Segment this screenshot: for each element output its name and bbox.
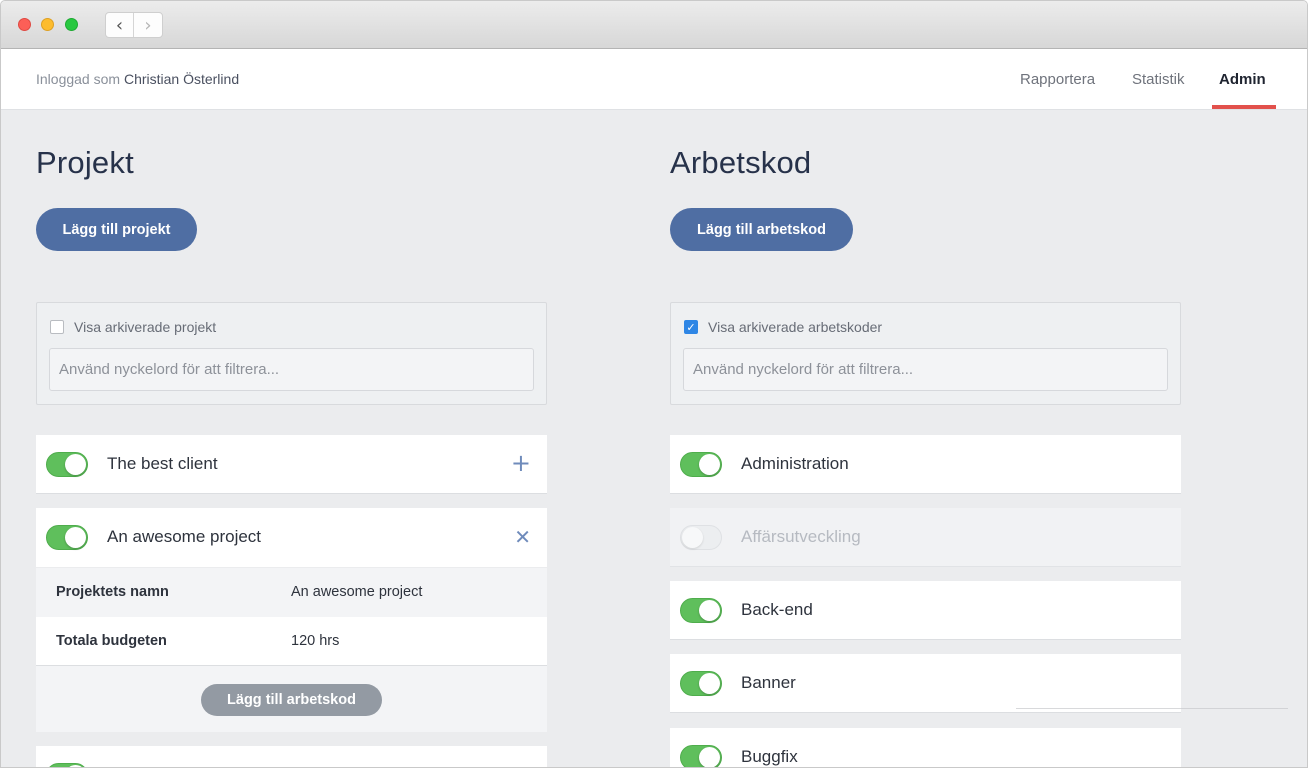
workcode-row[interactable]: Affärsutveckling [670, 508, 1181, 567]
window-titlebar: ‹ › [1, 1, 1307, 49]
workcode-name: Affärsutveckling [741, 527, 861, 546]
project-toggle[interactable] [46, 525, 88, 550]
show-archived-workcodes-label: Visa arkiverade arbetskoder [708, 319, 883, 335]
detail-value[interactable]: An awesome project [291, 584, 422, 600]
maximize-window-button[interactable] [65, 18, 78, 31]
login-info: Inloggad som Christian Österlind [36, 71, 239, 87]
workcode-name: Administration [741, 454, 849, 473]
show-archived-workcodes-checkbox[interactable]: ✓ [684, 320, 698, 334]
workcode-row[interactable]: Buggfix [670, 728, 1181, 767]
minimize-window-button[interactable] [41, 18, 54, 31]
watermark-line [1016, 708, 1288, 709]
close-window-button[interactable] [18, 18, 31, 31]
workcode-toggle[interactable] [680, 452, 722, 477]
workcode-filter-panel: ✓ Visa arkiverade arbetskoder [670, 302, 1181, 405]
project-search-input[interactable] [49, 348, 534, 391]
plus-icon[interactable]: + [511, 450, 531, 476]
workcode-row[interactable]: Back-end [670, 581, 1181, 640]
close-icon[interactable]: ✕ [514, 524, 531, 550]
history-nav: ‹ › [105, 12, 163, 38]
app-header: Inloggad som Christian Österlind Rapport… [1, 49, 1307, 110]
nav-statistik[interactable]: Statistik [1132, 71, 1185, 88]
project-row[interactable]: The best client + [36, 435, 547, 494]
nav-rapportera[interactable]: Rapportera [1020, 71, 1095, 88]
workcode-row[interactable]: Administration [670, 435, 1181, 494]
workcode-search-input[interactable] [683, 348, 1168, 391]
detail-value[interactable]: 120 hrs [291, 633, 339, 649]
project-row-expanded[interactable]: An awesome project ✕ [36, 508, 547, 567]
project-filter-panel: Visa arkiverade projekt [36, 302, 547, 405]
projects-title: Projekt [36, 145, 134, 180]
workcode-toggle[interactable] [680, 598, 722, 623]
project-name: An awesome project [107, 527, 262, 546]
detail-row-budget: Totala budgeten 120 hrs [36, 617, 547, 666]
forward-chevron-icon[interactable]: › [134, 13, 162, 37]
show-archived-projects-checkbox[interactable] [50, 320, 64, 334]
detail-key: Projektets namn [56, 584, 169, 600]
add-workcode-to-project-button[interactable]: Lägg till arbetskod [201, 684, 382, 716]
workcode-row[interactable]: Banner [670, 654, 1181, 713]
project-detail-panel: Projektets namn An awesome project Total… [36, 568, 547, 732]
workcode-name: Back-end [741, 600, 813, 619]
add-project-button[interactable]: Lägg till projekt [36, 208, 197, 251]
detail-row-name: Projektets namn An awesome project [36, 568, 547, 617]
project-row[interactable] [36, 746, 547, 767]
workcode-toggle[interactable] [680, 525, 722, 550]
active-nav-indicator [1212, 105, 1276, 109]
workcode-toggle[interactable] [680, 745, 722, 767]
nav-admin[interactable]: Admin [1219, 71, 1266, 88]
detail-key: Totala budgeten [56, 633, 167, 649]
add-workcode-button[interactable]: Lägg till arbetskod [670, 208, 853, 251]
login-prefix: Inloggad som [36, 71, 121, 87]
workcode-name: Banner [741, 673, 796, 692]
login-user: Christian Österlind [123, 71, 240, 87]
workcode-name: Buggfix [741, 747, 798, 766]
project-name: The best client [107, 454, 218, 473]
browser-window: ‹ › Inloggad som Christian Österlind Rap… [0, 0, 1308, 768]
workcode-toggle[interactable] [680, 671, 722, 696]
workcodes-title: Arbetskod [670, 145, 812, 180]
show-archived-projects-label: Visa arkiverade projekt [74, 319, 217, 335]
back-chevron-icon[interactable]: ‹ [106, 13, 135, 37]
project-toggle[interactable] [46, 452, 88, 477]
project-toggle[interactable] [46, 763, 88, 767]
